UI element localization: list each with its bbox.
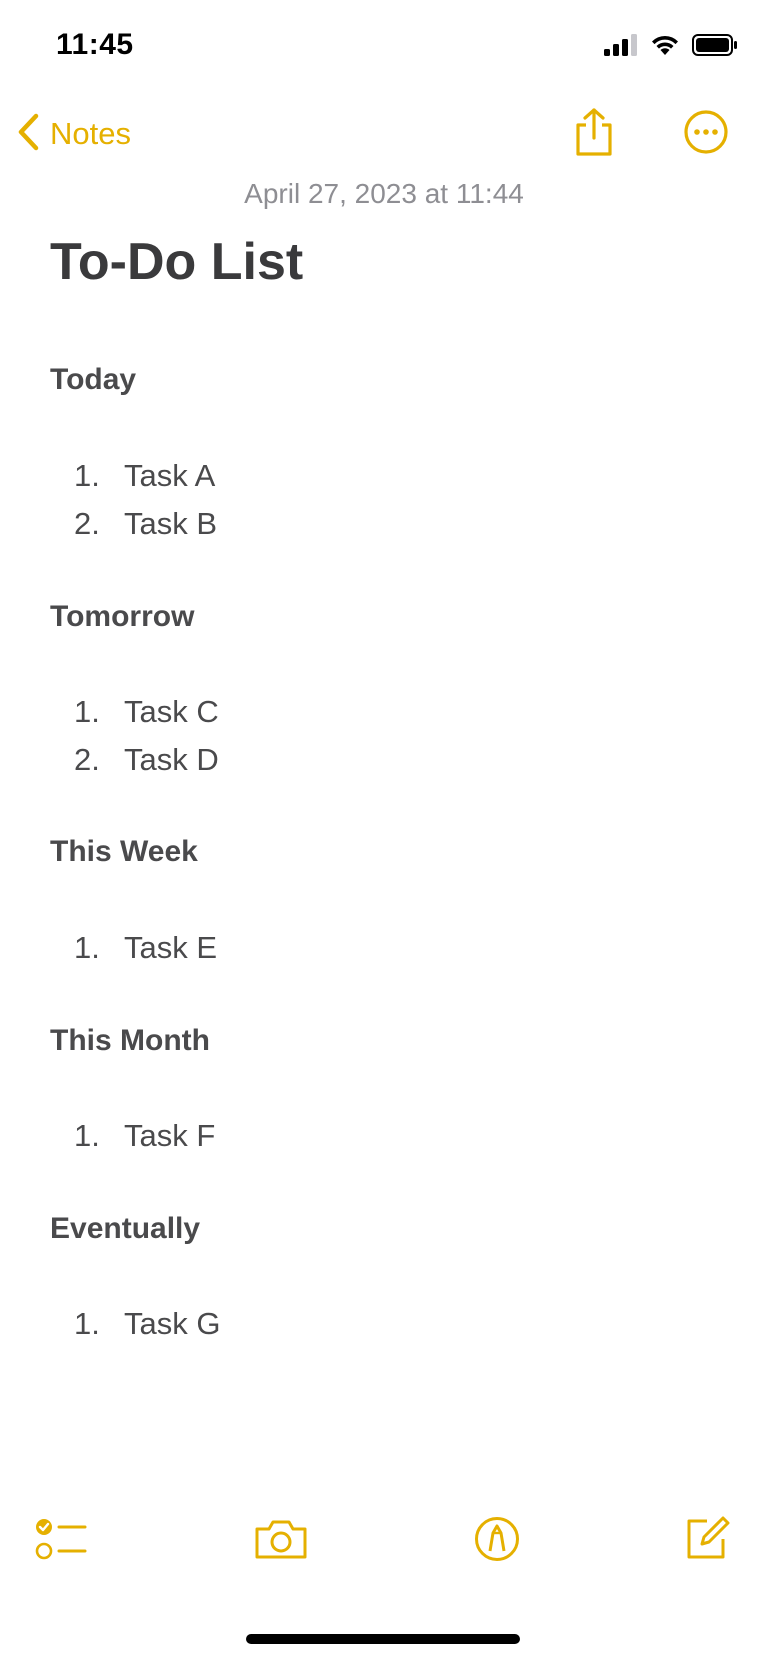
list-item-number: 1.	[74, 458, 100, 493]
back-button[interactable]: Notes	[16, 108, 131, 160]
list-item[interactable]: 1. Task G	[74, 1306, 220, 1342]
compose-button[interactable]	[676, 1510, 738, 1572]
battery-icon	[692, 34, 738, 61]
list-item-text: Task F	[124, 1118, 216, 1153]
camera-icon	[253, 1517, 309, 1566]
cellular-signal-icon	[604, 34, 638, 61]
list-item[interactable]: 1. Task A	[74, 458, 215, 494]
list-item[interactable]: 2. Task B	[74, 506, 217, 542]
note-title[interactable]: To-Do List	[50, 232, 303, 292]
share-button[interactable]	[566, 106, 622, 162]
back-label: Notes	[50, 116, 131, 151]
section-heading-this-week[interactable]: This Week	[50, 835, 198, 869]
section-heading-today[interactable]: Today	[50, 363, 136, 397]
list-item-number: 1.	[74, 694, 100, 729]
markup-pen-icon	[473, 1515, 521, 1568]
checklist-button[interactable]	[30, 1510, 92, 1572]
list-item-number: 2.	[74, 506, 100, 541]
list-item-text: Task A	[124, 458, 216, 493]
chevron-left-icon	[16, 112, 40, 157]
wifi-icon	[650, 34, 680, 61]
list-item[interactable]: 1. Task C	[74, 694, 219, 730]
section-heading-eventually[interactable]: Eventually	[50, 1212, 200, 1246]
nav-bar: Notes	[0, 96, 768, 176]
share-icon	[573, 107, 615, 162]
notes-screen: 11:45 Notes April 27, 2023 at 11:44 To-D…	[0, 0, 768, 1663]
status-icons	[604, 34, 738, 61]
status-bar: 11:45	[0, 0, 768, 96]
section-heading-tomorrow[interactable]: Tomorrow	[50, 600, 194, 634]
list-item-text: Task G	[124, 1306, 221, 1341]
compose-icon	[683, 1515, 731, 1568]
list-item[interactable]: 1. Task F	[74, 1118, 215, 1154]
list-item-text: Task C	[124, 694, 219, 729]
list-item-number: 1.	[74, 1306, 100, 1341]
list-item[interactable]: 1. Task E	[74, 930, 217, 966]
section-heading-this-month[interactable]: This Month	[50, 1024, 210, 1058]
list-item-number: 2.	[74, 742, 100, 777]
markup-button[interactable]	[466, 1510, 528, 1572]
camera-button[interactable]	[250, 1510, 312, 1572]
checklist-icon	[35, 1516, 87, 1567]
list-item-number: 1.	[74, 1118, 100, 1153]
list-item-number: 1.	[74, 930, 100, 965]
list-item[interactable]: 2. Task D	[74, 742, 219, 778]
ellipsis-circle-icon	[683, 109, 729, 160]
list-item-text: Task E	[124, 930, 218, 965]
list-item-text: Task B	[124, 506, 218, 541]
home-indicator[interactable]	[246, 1634, 520, 1644]
note-date: April 27, 2023 at 11:44	[244, 178, 524, 209]
status-time: 11:45	[56, 28, 134, 61]
more-button[interactable]	[678, 106, 734, 162]
list-item-text: Task D	[124, 742, 219, 777]
bottom-toolbar	[0, 1510, 768, 1580]
